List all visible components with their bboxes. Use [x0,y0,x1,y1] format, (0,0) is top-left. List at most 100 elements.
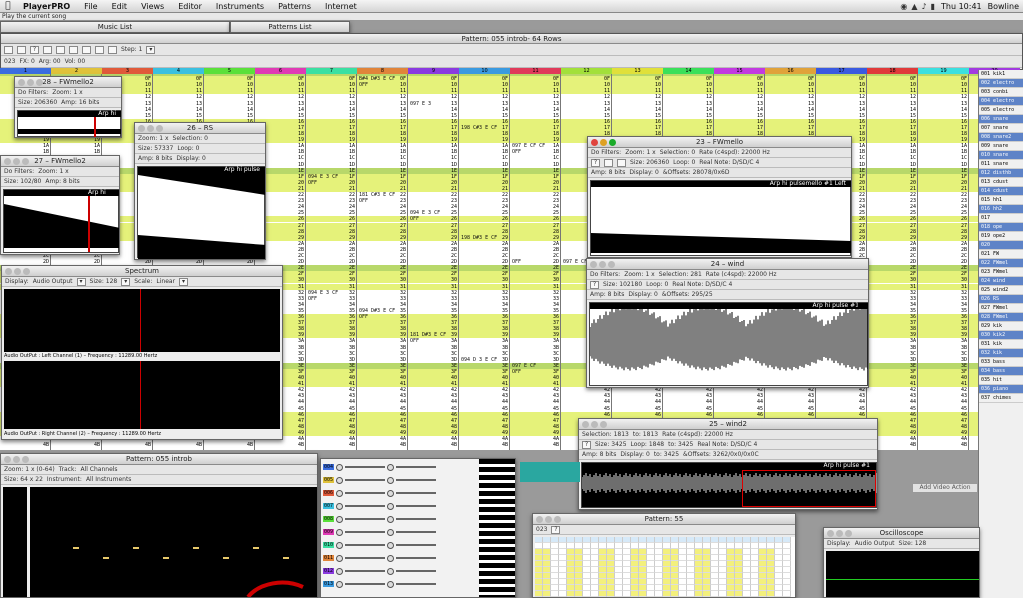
pan-knob[interactable] [336,554,344,562]
pattern-55-cell[interactable] [727,591,735,597]
menu-editor[interactable]: Editor [171,2,209,11]
frequency-cursor[interactable] [140,361,141,429]
sample-window-23[interactable]: 23 – FWmello Do Filters: Zoom: 1 x Selecti… [587,136,852,258]
pattern-55-grid[interactable] [535,537,795,597]
pattern-55-cell[interactable] [679,591,687,597]
volume-slider[interactable] [345,557,386,559]
volume-knob[interactable] [387,515,395,523]
pattern-55-cell[interactable] [655,591,663,597]
volume-slider[interactable] [345,505,386,507]
pattern-note[interactable]: 097 E 3 [410,101,431,107]
wifi-icon[interactable]: ▲ [911,2,917,11]
close-icon[interactable] [4,456,11,463]
tool-button-4[interactable] [56,45,65,54]
volume-slider[interactable] [345,570,386,572]
step-dropdown[interactable]: ▾ [146,45,156,54]
instrument-list-item[interactable]: 036 piano [979,385,1023,394]
instrument-list-item[interactable]: 006 snare [979,115,1023,124]
instrument-list-item[interactable]: 015 hh1 [979,196,1023,205]
instrument-list-item[interactable]: 016 hh2 [979,205,1023,214]
tool-button-7[interactable] [95,45,104,54]
minimize-icon[interactable] [27,79,34,86]
effect-slider[interactable] [396,570,437,572]
close-icon[interactable] [5,268,12,275]
waveform-view-27[interactable]: Arp hi [3,189,119,253]
mixer-window[interactable]: 004 005 006 007 008 009 010 011 012 013 [320,458,516,598]
close-icon[interactable] [18,79,25,86]
instrument-sidebar[interactable]: 001 kik1 002 electro 003 conbi 004 electro 0… [978,70,1023,598]
minimize-icon[interactable] [14,268,21,275]
help-button[interactable]: ? [582,440,591,449]
zoom-icon[interactable] [22,456,29,463]
pattern-note[interactable]: 181 C#3 E CF [359,192,395,198]
pattern-note[interactable]: 198 C#3 E CF [461,125,497,131]
pattern-55-cell[interactable] [551,591,559,597]
help-button[interactable]: ? [590,280,599,289]
pattern-note[interactable]: 094 E 3 CF [410,210,440,216]
pattern-note[interactable]: OFF [359,82,368,88]
zoom-icon[interactable] [845,530,852,537]
pattern-note[interactable]: OFF [308,180,317,186]
pan-knob[interactable] [336,515,344,523]
effect-slider[interactable] [396,544,437,546]
pan-knob[interactable] [336,489,344,497]
volume-slider[interactable] [345,479,386,481]
pattern-55-cell[interactable] [719,591,727,597]
instrument-list-item[interactable]: 025 wind2 [979,286,1023,295]
pattern-note[interactable]: 097 E CF CF [512,143,545,149]
close-icon[interactable] [582,421,589,428]
pattern-55-cell[interactable] [647,591,655,597]
patterns-list-window[interactable]: Patterns List [230,21,350,33]
volume-icon[interactable]: ♪ [921,2,926,11]
apple-icon[interactable]:  [0,1,16,11]
sample-window-wind[interactable]: 24 – wind Do Filters: Zoom: 1 x Selection:… [586,258,869,388]
frequency-cursor[interactable] [140,289,141,352]
pattern-note[interactable]: 094 D#3 E CF [359,308,395,314]
effect-slider[interactable] [396,531,437,533]
instrument-list-item[interactable]: 033 bass [979,358,1023,367]
effect-slider[interactable] [396,518,437,520]
volume-slider[interactable] [345,466,386,468]
zoom-icon[interactable] [600,421,607,428]
menu-views[interactable]: Views [134,2,171,11]
close-icon[interactable] [4,158,11,165]
pattern-55-window[interactable]: Pattern: 55 023? [532,513,796,598]
track-header[interactable]: 13 [612,68,663,74]
instrument-list-item[interactable]: 011 snare [979,160,1023,169]
pattern-55-cell[interactable] [583,591,591,597]
pattern-55-cell[interactable] [559,591,567,597]
zoom-icon[interactable] [554,516,561,523]
effect-slider[interactable] [396,505,437,507]
close-icon[interactable] [590,261,597,268]
instrument-list-item[interactable]: 008 snare2 [979,133,1023,142]
tool-button-3[interactable] [43,45,52,54]
pattern-55-cell[interactable] [599,591,607,597]
zoom-icon[interactable] [22,158,29,165]
tool-button-5[interactable] [69,45,78,54]
volume-knob[interactable] [387,567,395,575]
menu-instruments[interactable]: Instruments [209,2,271,11]
add-video-action-button[interactable]: Add Video Action [912,483,978,493]
minimize-icon[interactable] [13,456,20,463]
pattern-55-cell[interactable] [671,591,679,597]
sample-window-27[interactable]: 27 – FWmello2 Do Filters: Zoom: 1 x Size:… [0,155,120,255]
instrument-list-item[interactable]: 032 kik [979,349,1023,358]
pan-knob[interactable] [336,541,344,549]
volume-knob[interactable] [387,476,395,484]
vol-field[interactable]: Vol: 00 [65,58,86,65]
instrument-list-item[interactable]: 012 disthb [979,169,1023,178]
sample-window-25[interactable]: 25 – wind2 Selection: 1813 to: 1813 Rate (… [578,418,878,510]
help-button[interactable]: ? [30,45,39,54]
help-button[interactable]: ? [591,158,600,167]
pattern-55-cell[interactable] [783,591,791,597]
instrument-list-item[interactable]: 026 RS [979,295,1023,304]
instrument-list-item[interactable]: 018 ope [979,223,1023,232]
track-header[interactable]: 10 [459,68,510,74]
volume-slider[interactable] [345,531,386,533]
zoom-icon[interactable] [156,125,163,132]
track-header[interactable]: 11 [510,68,561,74]
pattern-note[interactable]: OFF [512,369,521,375]
pattern-note[interactable]: OFF [512,259,521,265]
pattern-55-cell[interactable] [631,591,639,597]
instrument-list-item[interactable]: 034 bass [979,367,1023,376]
